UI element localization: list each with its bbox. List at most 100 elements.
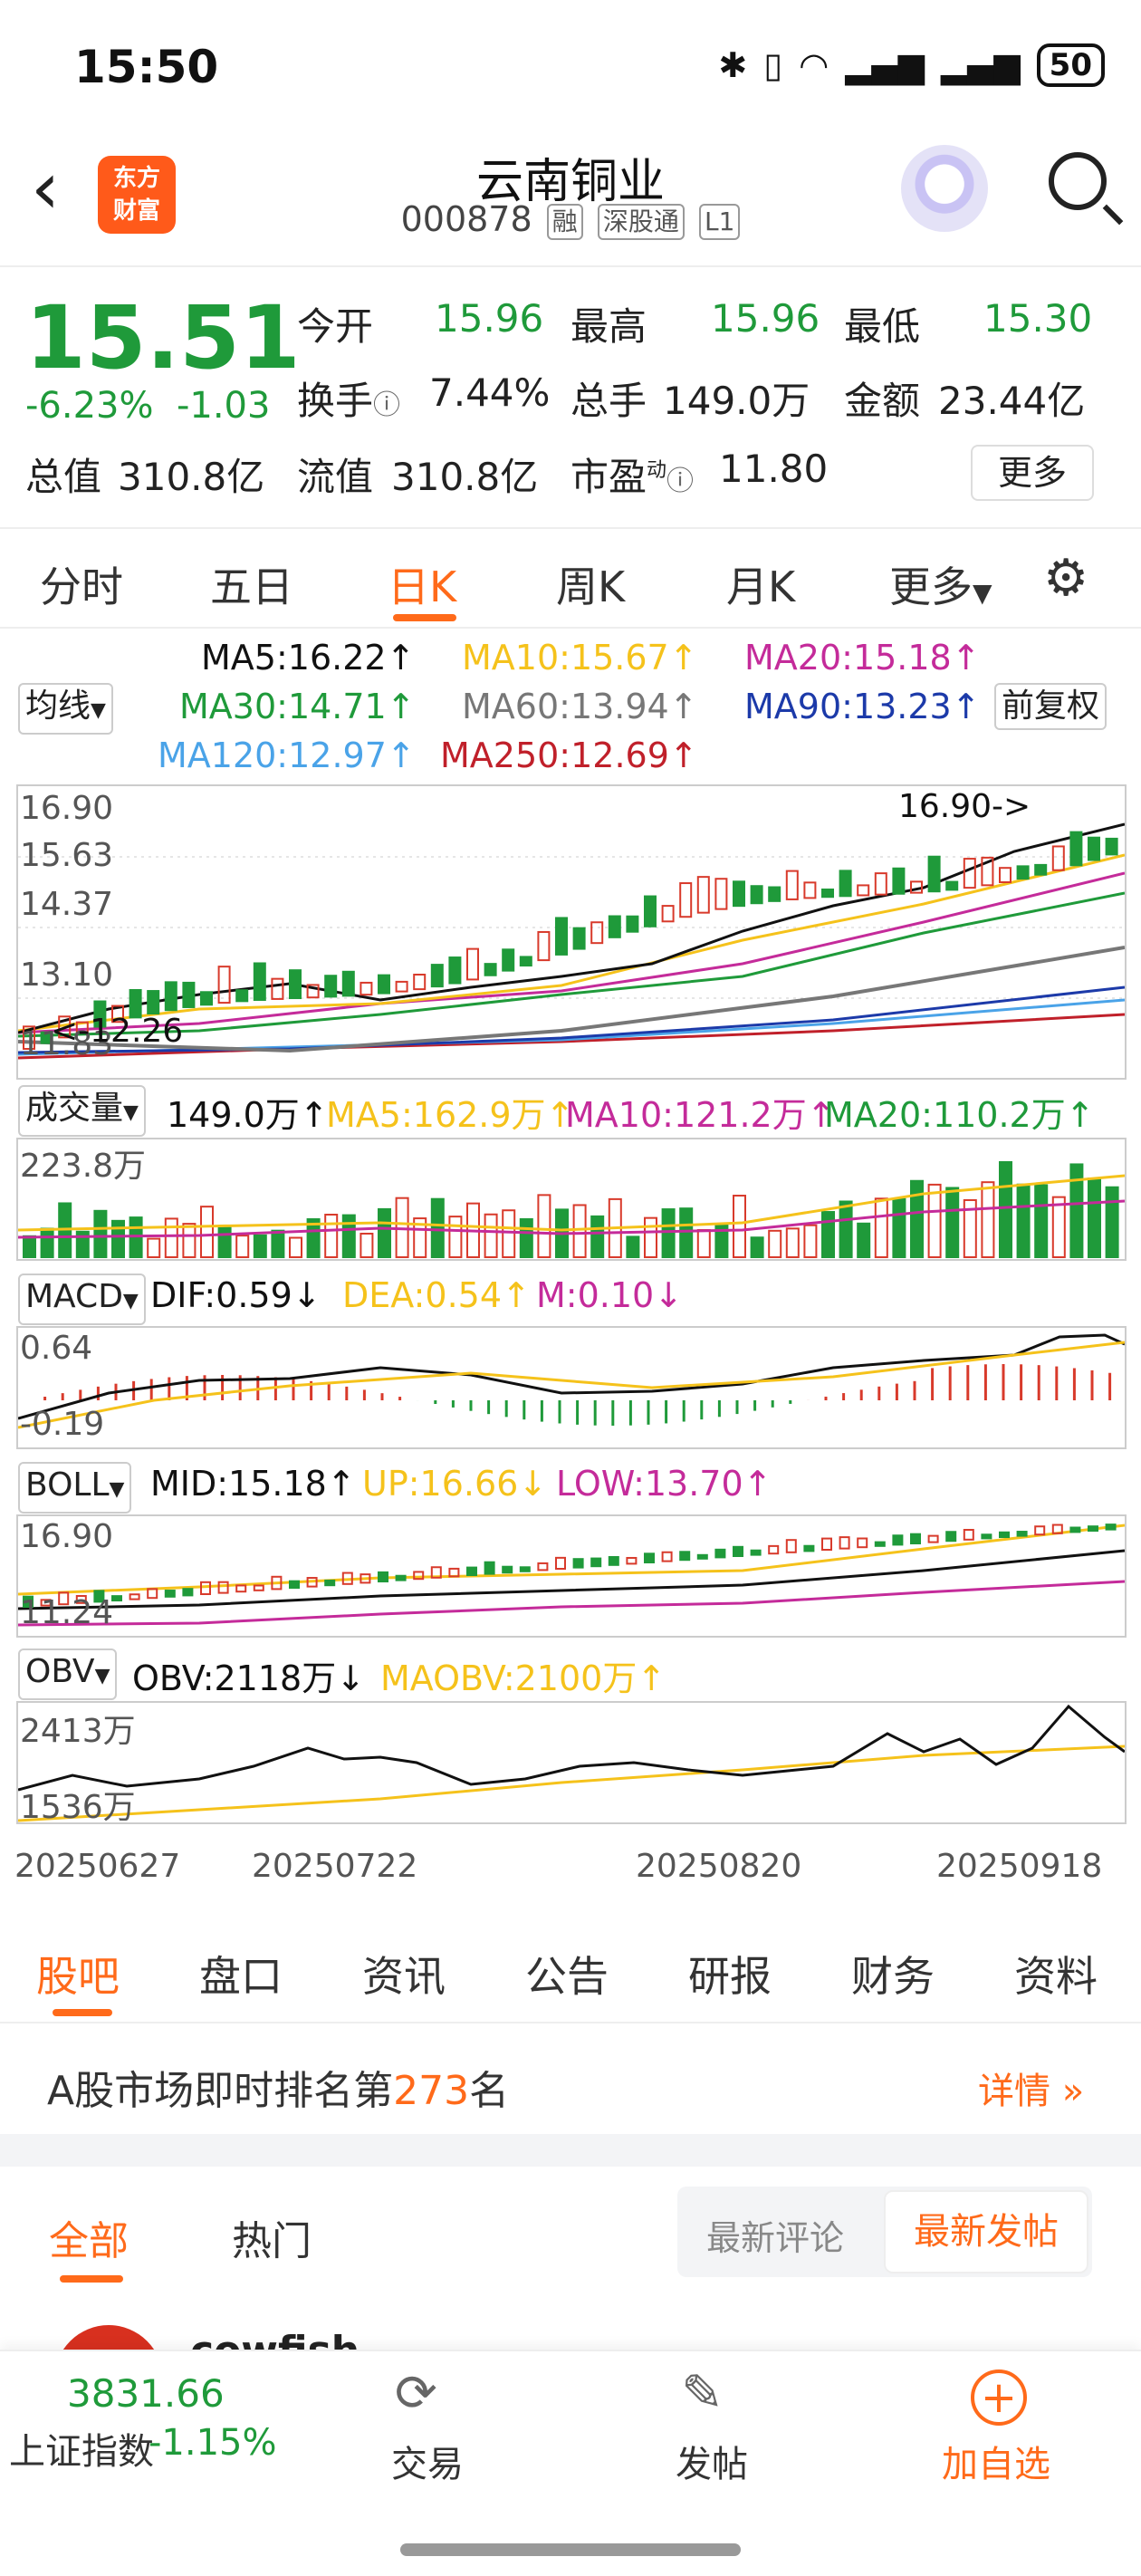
macd-panel[interactable]: 0.64 -0.19 [16,1326,1127,1449]
kline-candle [803,881,817,899]
boll-candle [963,1528,974,1541]
volume-bar [892,1197,906,1258]
tab-more[interactable]: 更多▼ [889,554,992,614]
kline-candle [768,886,781,902]
add-icon[interactable]: + [971,2369,1027,2426]
boll-candle [129,1593,140,1600]
add-watchlist-label[interactable]: 加自选 [942,2435,1050,2487]
status-bar: 15:50 ✱ ▯ ◠ ▂▄▆ ▂▄▆ 50 [0,0,1141,136]
tab-5day[interactable]: 五日 [210,554,293,614]
rank-bar[interactable]: A股市场即时排名第273名 详情 » [0,2025,1141,2134]
tab-weekly-k[interactable]: 周K [556,554,625,614]
boll-candle [555,1556,566,1571]
volume-bar [1088,1177,1101,1258]
amount-label: 金额 [844,379,921,423]
date-label-4: 20250918 [936,1848,1103,1885]
sort-latest-comment[interactable]: 最新评论 [706,2210,844,2260]
tab-finance[interactable]: 财务 [851,1944,935,2004]
index-value[interactable]: 3831.66 [67,2371,225,2416]
sort-latest-post[interactable]: 最新发帖 [884,2190,1088,2273]
kline-ytick-4: 13.10 [20,956,114,994]
volume-bar [1105,1186,1119,1259]
volume-bar [324,1214,339,1259]
volume-bar [857,1222,871,1259]
kline-candle [892,867,906,895]
high-label: 最高 [570,304,647,349]
obv-panel[interactable]: 2413万 1536万 [16,1701,1127,1826]
ma20-label: MA20:15.18↑ [744,638,981,678]
kline-candle [271,977,284,1000]
more-button[interactable]: 更多 [971,445,1094,501]
volume-panel[interactable]: 223.8万 [16,1138,1127,1261]
pe-label: 市盈动ⓘ [570,455,695,499]
boll-candle [644,1552,655,1563]
trade-label[interactable]: 交易 [391,2435,464,2487]
kline-candle [466,947,479,981]
tab-profile[interactable]: 资料 [1014,1944,1098,2004]
volume-selector[interactable]: 成交量▼ [18,1085,146,1137]
tab-guba[interactable]: 股吧 [36,1944,120,2004]
kline-candle [147,990,160,1015]
kline-candle [999,867,1012,883]
obv-selector[interactable]: OBV▼ [18,1648,118,1700]
macd-ytick-top: 0.64 [20,1330,93,1367]
gear-icon[interactable]: ⚙ [1043,549,1088,608]
kline-ytick-1: 16.90 [20,790,114,827]
index-change[interactable]: -1.15% [149,2422,277,2464]
index-name[interactable]: 上证指数 [9,2422,154,2475]
tab-research[interactable]: 研报 [688,1944,772,2004]
tag-level: L1 [698,203,741,240]
kline-candle [714,878,728,910]
boll-candle [1088,1525,1098,1532]
boll-candle [857,1537,868,1549]
kline-candle [821,888,834,899]
boll-candle [111,1595,122,1601]
edit-icon[interactable]: ✎ [681,2364,724,2423]
boll-mid: MID:15.18↑ [150,1464,356,1504]
assistant-avatar[interactable] [901,145,988,232]
low-value: 15.30 [983,296,1093,341]
tab-news[interactable]: 资讯 [362,1944,446,2004]
boll-candle [608,1555,619,1566]
tab-intraday[interactable]: 分时 [40,554,123,614]
ma-selector[interactable]: 均线▼ [18,683,113,735]
battery-icon: 50 [1036,43,1105,87]
boll-candle [378,1571,388,1582]
kline-candle [644,895,657,928]
volume-bar [572,1204,587,1258]
kline-candle [235,989,249,1003]
filter-all[interactable]: 全部 [49,2208,129,2266]
boll-candle [590,1557,602,1568]
tab-daily-k[interactable]: 日K [388,554,456,614]
boll-candle [821,1537,832,1551]
tab-pankou[interactable]: 盘口 [199,1944,283,2004]
date-label-1: 20250627 [14,1848,181,1885]
boll-panel[interactable]: 16.90 11.24 [16,1514,1127,1638]
adjust-selector[interactable]: 前复权 [994,683,1107,730]
kline-candle [874,872,887,896]
kline-candle [395,980,408,993]
boll-up: UP:16.66↓ [362,1464,548,1504]
boll-selector[interactable]: BOLL▼ [18,1462,132,1514]
kline-panel[interactable]: 16.90 15.63 14.37 13.10 11.83 16.90-> <-… [16,784,1127,1080]
home-indicator[interactable] [400,2543,741,2556]
date-label-3: 20250820 [636,1848,802,1885]
volume-bar [803,1224,818,1258]
info-tabs: 股吧 盘口 资讯 公告 研报 财务 资料 [0,1915,1141,2023]
boll-candle [217,1581,229,1594]
boll-candle [1105,1523,1117,1531]
tab-announcement[interactable]: 公告 [525,1944,609,2004]
macd-selector[interactable]: MACD▼ [18,1274,146,1325]
date-label-2: 20250722 [252,1848,418,1885]
kline-candle [1051,845,1065,871]
tab-monthly-k[interactable]: 月K [726,554,795,614]
trade-icon[interactable]: ⟳ [395,2364,437,2423]
filter-hot[interactable]: 热门 [232,2208,312,2266]
kline-candle [164,981,177,1012]
search-icon[interactable] [1049,152,1107,210]
ma30-label: MA30:14.71↑ [179,687,416,726]
rank-detail-link[interactable]: 详情 » [978,2062,1084,2114]
macd-dea: DEA:0.54↑ [342,1275,531,1315]
post-label[interactable]: 发帖 [676,2435,748,2487]
kline-candle [590,921,604,945]
